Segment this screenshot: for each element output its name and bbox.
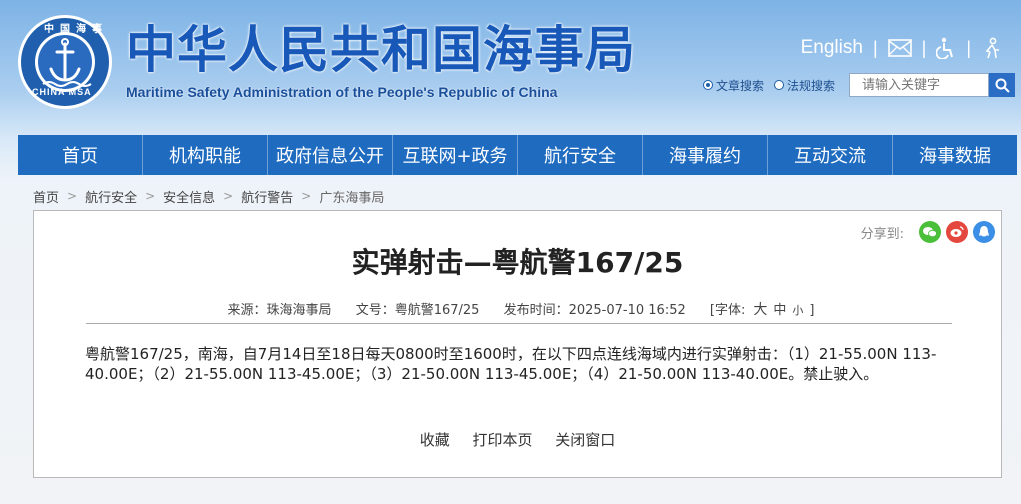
search-box <box>849 73 1015 97</box>
logo-text-top: 中国海事 <box>44 24 108 35</box>
font-size-small[interactable]: 小 <box>792 304 803 317</box>
article-source: 来源：珠海海事局 <box>227 303 332 318</box>
nav-item-interaction[interactable]: 互动交流 <box>768 135 893 175</box>
logo-text-bottom: CHINA MSA <box>32 87 92 97</box>
share-bar: 分享到: <box>861 221 995 243</box>
search-button[interactable] <box>989 73 1015 97</box>
mail-icon[interactable] <box>887 39 912 57</box>
nav-item-data[interactable]: 海事数据 <box>893 135 1017 175</box>
breadcrumb-separator: > <box>67 189 78 203</box>
breadcrumb-navigation-safety[interactable]: 航行安全 <box>85 187 137 206</box>
search-option-label: 法规搜索 <box>786 78 835 93</box>
search-option-articles[interactable]: 文章搜索 <box>702 77 764 94</box>
favorite-button[interactable]: 收藏 <box>420 431 450 449</box>
top-links: English | | | <box>801 34 1003 62</box>
accessibility-icon[interactable] <box>936 37 956 59</box>
font-size-label: [字体: <box>709 303 746 318</box>
separator: | <box>966 37 971 58</box>
article-doc-no: 文号：粤航警167/25 <box>355 303 480 318</box>
search-input[interactable] <box>849 73 989 97</box>
article-meta: 来源：珠海海事局 文号：粤航警167/25 发布时间：2025-07-10 16… <box>34 299 1001 319</box>
breadcrumb-safety-info[interactable]: 安全信息 <box>163 187 215 206</box>
title-divider <box>86 323 952 324</box>
share-label: 分享到: <box>860 226 904 242</box>
site-title-en: Maritime Safety Administration of the Pe… <box>126 84 558 100</box>
close-window-button[interactable]: 关闭窗口 <box>555 431 615 449</box>
elder-mode-icon[interactable] <box>981 37 1003 59</box>
breadcrumb-warnings[interactable]: 航行警告 <box>241 187 293 206</box>
breadcrumb-separator: > <box>223 189 234 203</box>
nav-item-navigation-safety[interactable]: 航行安全 <box>518 135 643 175</box>
search-option-label: 文章搜索 <box>715 78 764 93</box>
separator: | <box>921 37 927 58</box>
font-size-medium[interactable]: 中 <box>773 303 786 318</box>
site-title-cn[interactable]: 中华人民共和国海事局 <box>126 22 636 78</box>
font-size-large[interactable]: 大 <box>753 302 767 318</box>
qq-share-icon[interactable] <box>973 221 995 243</box>
search-row: 文章搜索 法规搜索 <box>702 72 1015 98</box>
radio-unselected-icon[interactable] <box>773 80 784 90</box>
breadcrumb-home[interactable]: 首页 <box>33 187 59 206</box>
radio-selected-icon[interactable] <box>702 80 713 90</box>
english-link[interactable]: English <box>801 37 863 59</box>
wechat-share-icon[interactable] <box>919 221 941 243</box>
nav-item-functions[interactable]: 机构职能 <box>143 135 268 175</box>
search-icon <box>995 78 1010 93</box>
nav-item-internet-gov[interactable]: 互联网+政务 <box>393 135 518 175</box>
breadcrumb: 首页 > 航行安全 > 安全信息 > 航行警告 > 广东海事局 <box>33 186 384 206</box>
article-panel: 分享到: 实弹射击—粤航警167/25 来源：珠海海事局 文号：粤航警167/2… <box>33 210 1002 478</box>
font-size-close: ] <box>809 303 815 318</box>
separator: | <box>872 37 878 58</box>
search-option-regulations[interactable]: 法规搜索 <box>773 77 835 94</box>
breadcrumb-guangdong[interactable]: 广东海事局 <box>319 187 384 206</box>
article-body: 粤航警167/25，南海，自7月14日至18日每天0800时至1600时，在以下… <box>85 345 937 383</box>
nav-item-gov-info[interactable]: 政府信息公开 <box>268 135 393 175</box>
nav-item-home[interactable]: 首页 <box>18 135 143 175</box>
article-time: 发布时间：2025-07-10 16:52 <box>503 303 686 318</box>
breadcrumb-separator: > <box>301 189 312 203</box>
breadcrumb-separator: > <box>145 189 156 203</box>
nav-item-convention[interactable]: 海事履约 <box>643 135 768 175</box>
weibo-share-icon[interactable] <box>946 221 968 243</box>
main-nav: 首页 机构职能 政府信息公开 互联网+政务 航行安全 海事履约 互动交流 海事数… <box>18 135 1017 175</box>
article-title: 实弹射击—粤航警167/25 <box>351 246 684 279</box>
site-header: 中国海事 CHINA MSA 中华人民共和国海事局 Maritime Safet… <box>0 0 1021 130</box>
print-button[interactable]: 打印本页 <box>472 431 532 449</box>
article-actions: 收藏 打印本页 关闭窗口 <box>34 429 1001 450</box>
